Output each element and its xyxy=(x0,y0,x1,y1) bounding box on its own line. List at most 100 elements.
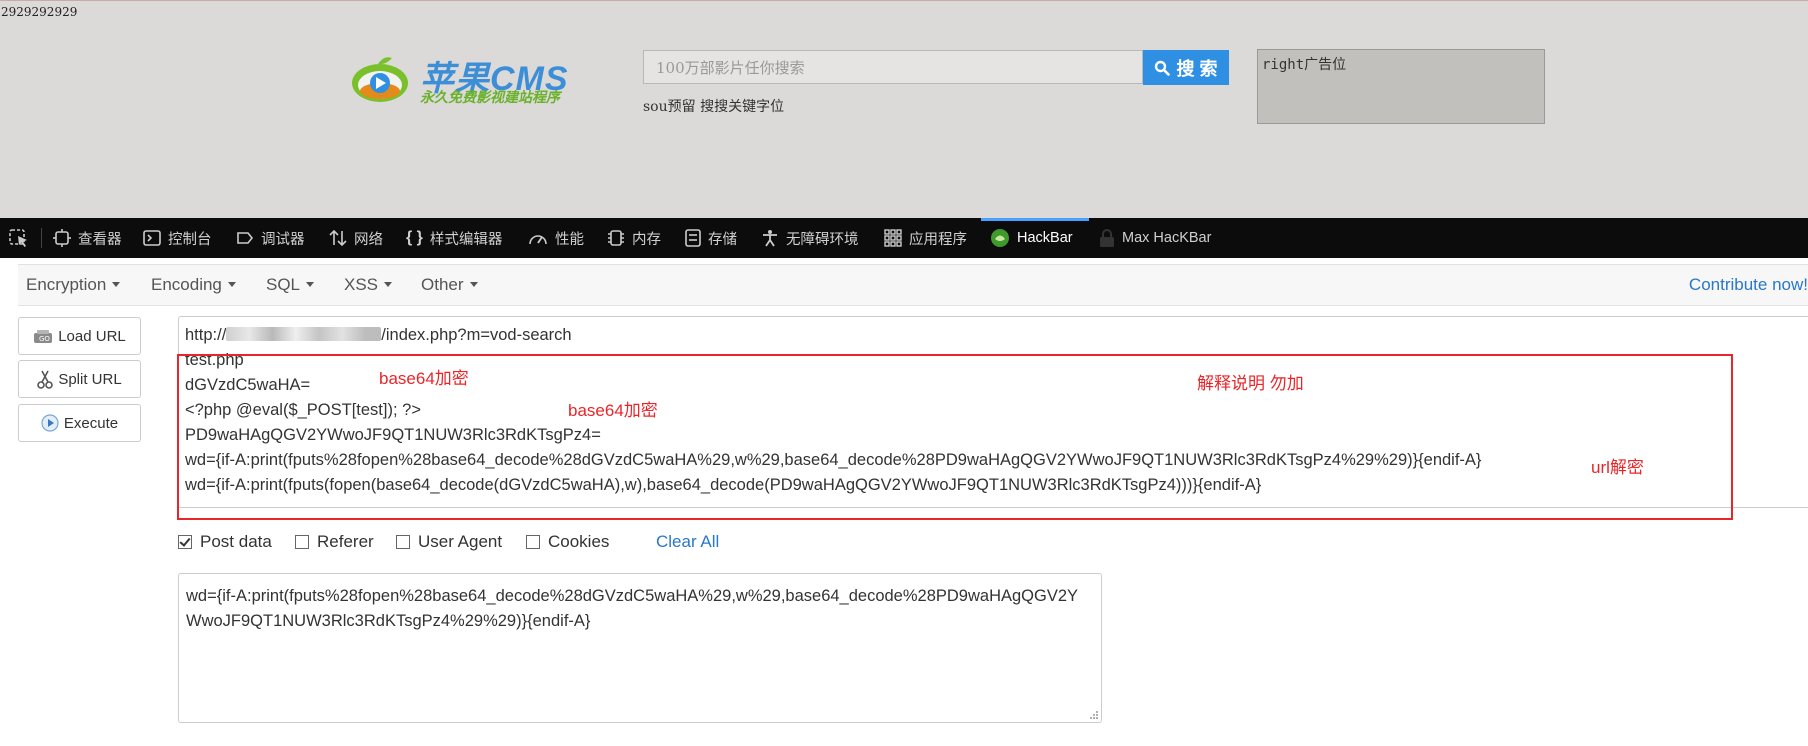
network-icon xyxy=(329,229,347,247)
svg-text:GO: GO xyxy=(39,335,50,343)
url-line: http:// /index.php?m=vod-search xyxy=(185,326,572,345)
accessibility-icon xyxy=(763,230,777,247)
lock-icon xyxy=(1100,229,1114,247)
tab-label: 存储 xyxy=(708,231,737,248)
tab-label: 性能 xyxy=(555,231,584,248)
menu-other[interactable]: Other xyxy=(421,275,478,295)
menu-encoding[interactable]: Encoding xyxy=(151,275,236,295)
devtools-toolbar: 查看器 控制台 调试器 网络 { } 样式编辑器 性能 内存 存储 无障碍环境 … xyxy=(0,218,1808,258)
menu-label: SQL xyxy=(266,275,301,294)
logo-slogan: 永久免费影视建站程序 xyxy=(420,89,560,105)
right-ad-slot: right广告位 xyxy=(1257,49,1545,124)
search-input[interactable]: 100万部影片任你搜索 xyxy=(643,50,1143,84)
post-data-text: wd={if-A:print(fputs%28fopen%28base64_de… xyxy=(186,587,1079,630)
split-url-label: Split URL xyxy=(58,370,122,388)
tab-label: HackBar xyxy=(1017,230,1073,246)
tab-storage[interactable]: 存储 xyxy=(685,218,737,258)
url-prefix: http:// xyxy=(185,326,227,344)
search-button[interactable]: 搜 索 xyxy=(1143,50,1229,85)
tab-style-editor[interactable]: { } 样式编辑器 xyxy=(406,218,502,258)
tab-label: Max HacKBar xyxy=(1122,230,1212,246)
tab-label: 查看器 xyxy=(78,231,122,248)
option-label: Cookies xyxy=(548,532,610,551)
menu-label: Encryption xyxy=(26,275,107,294)
tab-max-hackbar[interactable]: Max HacKBar xyxy=(1099,218,1211,258)
apple-logo-icon xyxy=(352,57,408,102)
tab-console[interactable]: 控制台 xyxy=(143,218,212,258)
caret-down-icon xyxy=(306,282,315,287)
active-tab-indicator xyxy=(981,218,1089,221)
option-label: Post data xyxy=(200,532,272,551)
post-data-option[interactable]: Post data xyxy=(178,532,272,552)
memory-icon xyxy=(608,230,624,246)
cookies-option[interactable]: Cookies xyxy=(526,532,609,552)
pick-element-icon xyxy=(9,229,27,247)
inspector-icon xyxy=(53,229,71,247)
post-data-textarea[interactable]: wd={if-A:print(fputs%28fopen%28base64_de… xyxy=(178,573,1102,723)
option-label: Referer xyxy=(317,532,374,551)
storage-icon xyxy=(685,229,701,247)
tab-memory[interactable]: 内存 xyxy=(607,218,661,258)
visit-counter: 2929292929 xyxy=(1,5,78,19)
url-path: /index.php?m=vod-search xyxy=(381,326,572,344)
caret-down-icon xyxy=(227,282,236,287)
menu-xss[interactable]: XSS xyxy=(344,275,393,295)
tab-label: 网络 xyxy=(354,231,383,248)
play-icon xyxy=(41,414,59,432)
tab-inspector[interactable]: 查看器 xyxy=(53,218,122,258)
annotation-label: base64加密 xyxy=(379,369,469,388)
referer-checkbox[interactable] xyxy=(295,535,309,549)
tab-performance[interactable]: 性能 xyxy=(528,218,584,258)
tab-debugger[interactable]: 调试器 xyxy=(236,218,305,258)
tab-application[interactable]: 应用程序 xyxy=(884,218,967,258)
hackbar-icon xyxy=(991,229,1009,247)
split-url-button[interactable]: Split URL xyxy=(18,360,141,398)
performance-icon xyxy=(529,235,547,245)
menu-label: Other xyxy=(421,275,464,294)
tab-network[interactable]: 网络 xyxy=(329,218,383,258)
option-label: User Agent xyxy=(418,532,503,551)
contribute-link[interactable]: Contribute now! xyxy=(1689,275,1808,295)
tab-hackbar[interactable]: HackBar xyxy=(990,218,1073,258)
debugger-icon xyxy=(237,232,254,244)
style-editor-icon: { } xyxy=(406,229,423,246)
annotation-label: base64加密 xyxy=(568,401,658,420)
post-data-checkbox[interactable] xyxy=(178,535,192,549)
tab-label: 控制台 xyxy=(168,231,212,248)
menu-encryption[interactable]: Encryption xyxy=(26,275,121,295)
annotation-label: 解释说明 勿加 xyxy=(1197,374,1304,393)
toolbar-divider xyxy=(41,228,42,248)
caret-down-icon xyxy=(384,282,393,287)
caret-down-icon xyxy=(469,282,478,287)
search-button-label: 搜 索 xyxy=(1176,58,1218,79)
resize-grip-icon[interactable] xyxy=(1089,710,1099,720)
redacted-host xyxy=(226,327,382,341)
console-icon xyxy=(143,230,161,246)
hackbar-menubar: Encryption Encoding SQL XSS Other Contri… xyxy=(18,264,1808,306)
search-icon xyxy=(1155,60,1171,76)
website-header: 2929292929 苹果CMS 永久免费影视建站程序 100万部影片任你搜索 … xyxy=(0,0,1808,219)
element-picker-button[interactable] xyxy=(8,218,30,258)
site-logo[interactable]: 苹果CMS 永久免费影视建站程序 xyxy=(350,47,600,107)
tab-label: 应用程序 xyxy=(909,231,967,248)
load-url-label: Load URL xyxy=(58,327,126,345)
referer-option[interactable]: Referer xyxy=(295,532,374,552)
menu-sql[interactable]: SQL xyxy=(266,275,315,295)
cookies-checkbox[interactable] xyxy=(526,535,540,549)
clear-all-link[interactable]: Clear All xyxy=(656,532,719,552)
tab-label: 内存 xyxy=(632,231,661,248)
menu-label: Encoding xyxy=(151,275,222,294)
scissors-icon xyxy=(37,370,54,389)
load-url-icon: GO xyxy=(34,330,53,343)
annotation-label: url解密 xyxy=(1591,458,1644,477)
menu-label: XSS xyxy=(344,275,379,294)
user-agent-option[interactable]: User Agent xyxy=(396,532,502,552)
tab-accessibility[interactable]: 无障碍环境 xyxy=(761,218,859,258)
hot-keywords[interactable]: sou预留 搜搜关键字位 xyxy=(643,96,784,116)
caret-down-icon xyxy=(112,282,121,287)
execute-button[interactable]: Execute xyxy=(18,404,141,442)
load-url-button[interactable]: GO Load URL xyxy=(18,317,141,355)
user-agent-checkbox[interactable] xyxy=(396,535,410,549)
tab-label: 调试器 xyxy=(261,231,305,248)
tab-label: 无障碍环境 xyxy=(786,231,859,248)
